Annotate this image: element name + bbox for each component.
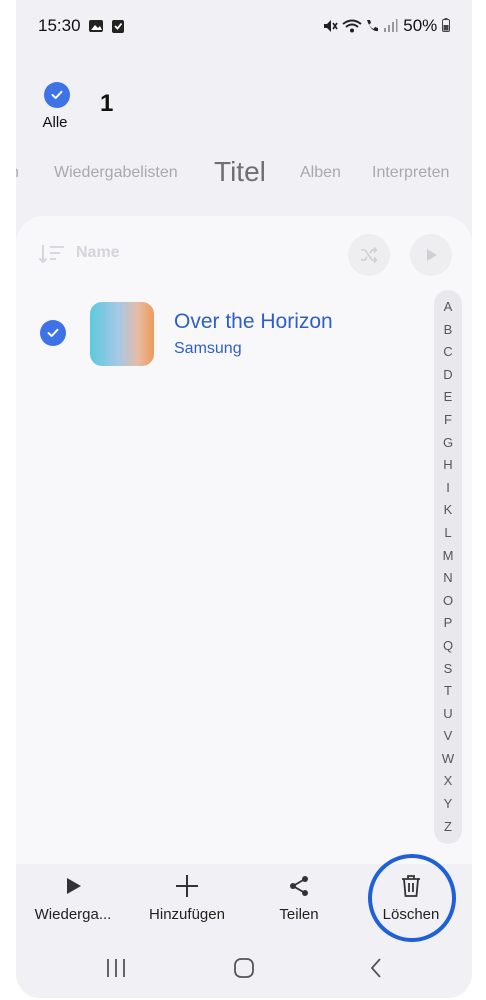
index-letter[interactable]: C [434,341,462,364]
play-all-button[interactable] [410,234,452,276]
tab-playlists[interactable]: Wiedergabelisten [54,164,178,182]
index-letter[interactable]: I [434,477,462,500]
home-icon [234,958,254,978]
tab-tracks[interactable]: Titel [214,156,266,188]
play-icon [427,249,437,261]
sort-row: Name [16,234,472,276]
sort-icon[interactable] [38,242,66,266]
index-letter[interactable]: M [434,545,462,568]
index-letter[interactable]: T [434,680,462,703]
play-label: Wiederga... [34,906,112,923]
phone-screen: 15:30 50% Alle 1 Wiedergabelisten Titel … [16,0,472,998]
battery-percent: 50% [403,16,438,35]
index-letter[interactable]: S [434,658,462,681]
index-letter[interactable]: Q [434,635,462,658]
plus-icon [176,875,198,897]
back-button[interactable] [356,956,396,980]
index-letter[interactable]: X [434,770,462,793]
index-letter[interactable]: H [434,454,462,477]
back-icon [370,958,381,978]
home-button[interactable] [224,956,264,980]
status-bar: 15:30 50% [16,14,472,42]
wifi-call-icon [367,20,378,32]
index-letter[interactable]: D [434,364,462,387]
tab-previous[interactable]: n [16,164,19,182]
recent-apps-button[interactable] [96,956,136,980]
recent-apps-icon [107,959,125,977]
track-check-icon[interactable] [40,320,66,346]
index-letter[interactable]: O [434,590,462,613]
selected-count: 1 [100,90,114,117]
track-row[interactable]: Over the Horizon Samsung [16,300,426,366]
alphabet-index-scroller[interactable]: A B C D E F G H I K L M N O P Q S T U V … [434,290,462,844]
shuffle-button[interactable] [348,234,390,276]
index-letter[interactable]: B [434,319,462,342]
signal-icon [384,19,398,32]
index-letter[interactable]: E [434,386,462,409]
status-time: 15:30 [38,16,81,35]
index-letter[interactable]: F [434,409,462,432]
category-tabs: n Wiedergabelisten Titel Alben Interpret… [16,150,472,196]
index-letter[interactable]: Y [434,793,462,816]
tab-albums[interactable]: Alben [300,164,341,182]
shuffle-icon [361,246,378,264]
bottom-action-bar: Wiederga... Hinzufügen Teilen Löschen [16,854,472,942]
index-letter[interactable]: Z [434,816,462,839]
index-letter[interactable]: V [434,725,462,748]
task-check-icon [112,20,124,33]
play-button[interactable]: Wiederga... [16,872,130,923]
track-title: Over the Horizon [174,310,333,333]
delete-button[interactable]: Löschen [354,872,468,923]
index-letter[interactable]: W [434,748,462,771]
play-icon [67,878,81,894]
index-letter[interactable]: N [434,567,462,590]
tab-artists[interactable]: Interpreten [372,164,449,182]
index-letter[interactable]: K [434,499,462,522]
index-letter[interactable]: U [434,703,462,726]
index-letter[interactable]: L [434,522,462,545]
wifi-icon [342,19,362,33]
share-icon [290,876,308,896]
select-all-label: Alle [42,114,68,131]
index-letter[interactable]: A [434,296,462,319]
add-label: Hinzufügen [149,906,225,923]
gallery-icon [89,20,103,32]
select-all-toggle[interactable]: Alle [42,82,72,131]
delete-label: Löschen [382,906,440,923]
track-artist: Samsung [174,340,242,357]
battery-icon [442,18,450,32]
share-button[interactable]: Teilen [242,872,356,923]
album-art [90,302,154,366]
share-label: Teilen [279,906,319,923]
select-all-check-icon [44,82,70,108]
mute-icon [324,20,338,32]
index-letter[interactable]: P [434,612,462,635]
add-button[interactable]: Hinzufügen [130,872,244,923]
track-list-panel: Name Over the Horizon Samsung A B C D E … [16,216,472,864]
index-letter[interactable]: G [434,432,462,455]
sort-label[interactable]: Name [76,244,120,262]
battery-level: 50% [403,16,450,36]
trash-icon [402,875,420,897]
system-navigation-bar [16,940,472,990]
